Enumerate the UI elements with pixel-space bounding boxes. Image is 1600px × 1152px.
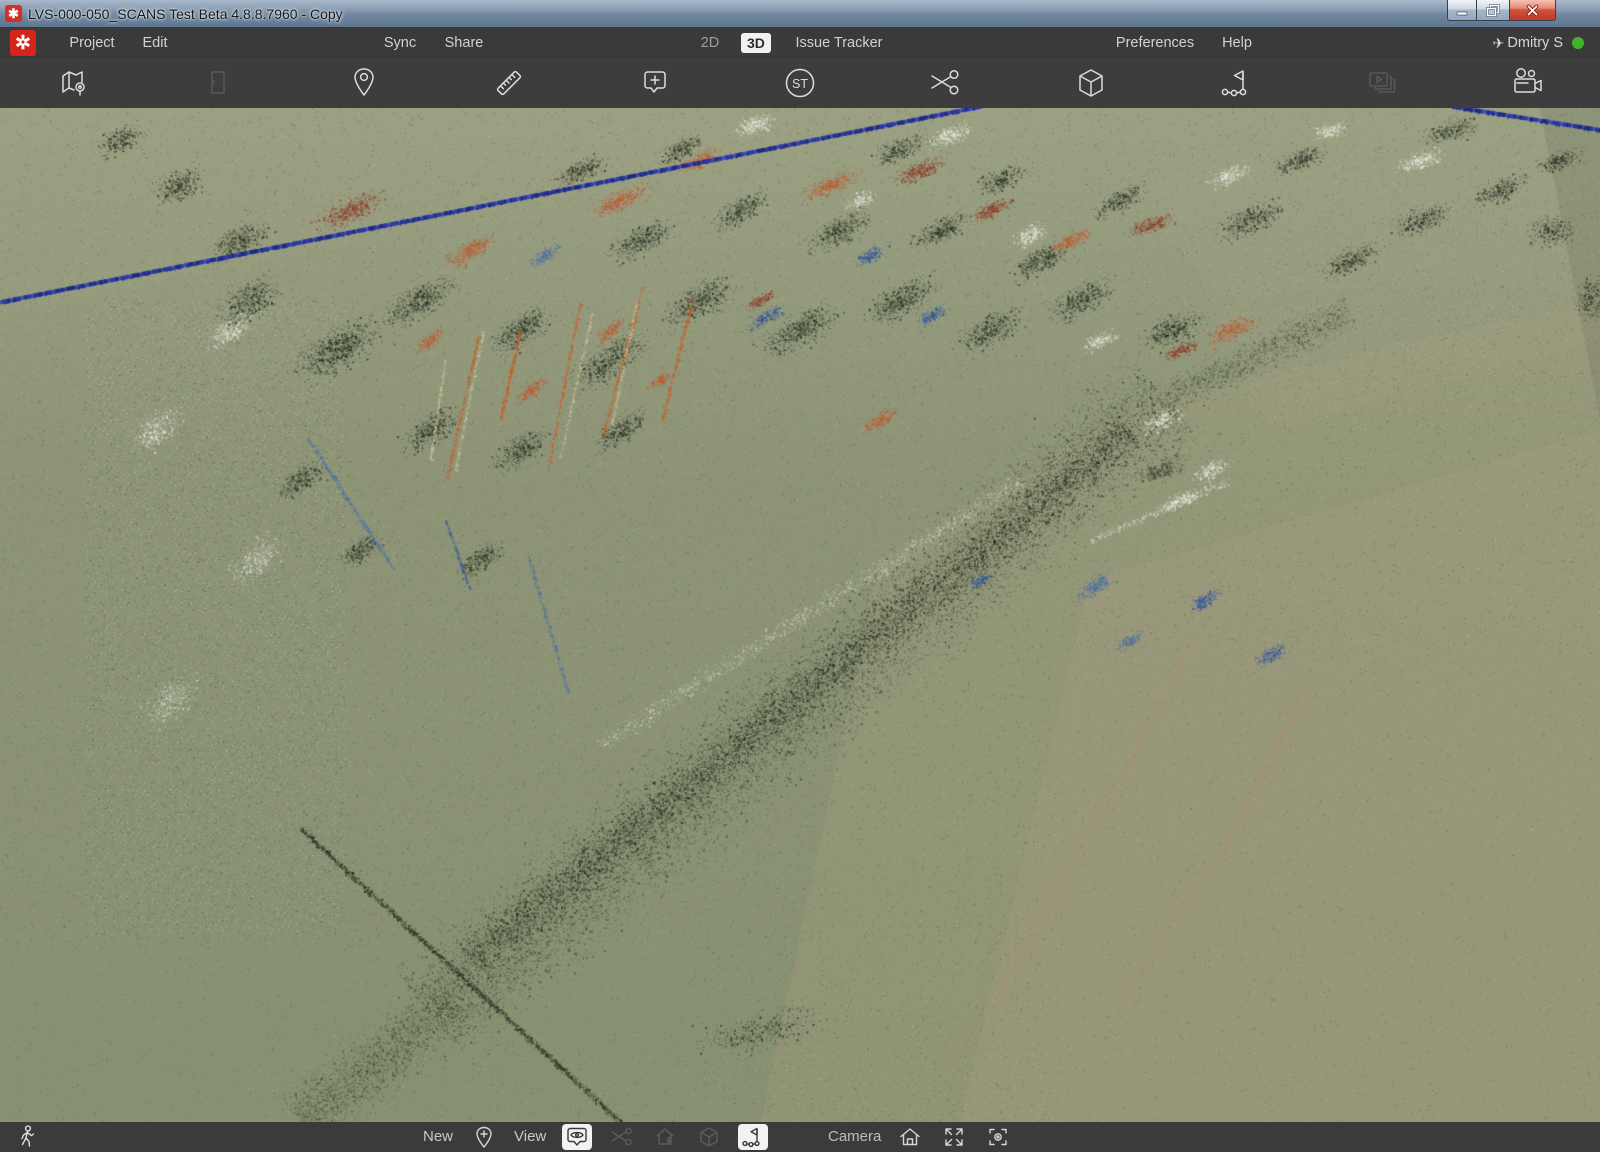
user-name: Dmitry S	[1507, 35, 1563, 51]
location-pin-icon[interactable]	[344, 63, 384, 103]
main-toolbar: ST	[0, 58, 1600, 108]
clip-box-icon[interactable]	[1071, 63, 1111, 103]
bottom-toolbar: New View	[0, 1122, 1600, 1152]
close-button[interactable]	[1509, 0, 1556, 21]
clip-scissors-button	[606, 1124, 636, 1150]
restore-button[interactable]	[1477, 0, 1509, 21]
window-controls	[1447, 0, 1556, 22]
clip-scissors-icon[interactable]	[925, 63, 965, 103]
home-person-button	[650, 1124, 680, 1150]
view-mode-3d-active[interactable]: 3D	[741, 33, 771, 53]
camera-recording-icon[interactable]	[1507, 63, 1547, 103]
add-annotation-icon[interactable]	[635, 63, 675, 103]
pointcloud-3d-viewport[interactable]	[0, 108, 1600, 1122]
online-status-dot	[1572, 37, 1584, 49]
measure-ruler-icon[interactable]	[489, 63, 529, 103]
fullscreen-expand-icon[interactable]	[939, 1124, 969, 1150]
app-icon: ✱	[5, 5, 22, 22]
pin-add-icon[interactable]	[469, 1124, 499, 1150]
st-badge-icon[interactable]: ST	[780, 63, 820, 103]
window-title: LVS-000-050_SCANS Test Beta 4.8.8.7960 -…	[28, 6, 343, 22]
minimize-button[interactable]	[1447, 0, 1477, 21]
menu-bar: ✲ Project Edit Sync Share 2D 3D Issue Tr…	[0, 28, 1600, 58]
focus-target-icon[interactable]	[983, 1124, 1013, 1150]
slideshow-icon	[1362, 63, 1402, 103]
waypoint-flag-button[interactable]	[738, 1124, 768, 1150]
title-bar[interactable]: ✱ LVS-000-050_SCANS Test Beta 4.8.8.7960…	[0, 0, 1600, 28]
eye-annotation-button[interactable]	[562, 1124, 592, 1150]
camera-home-icon[interactable]	[895, 1124, 925, 1150]
application-window: ✱ LVS-000-050_SCANS Test Beta 4.8.8.7960…	[0, 0, 1600, 1152]
door-icon	[198, 63, 238, 103]
new-label: New	[423, 1122, 453, 1152]
menu-help[interactable]: Help	[1214, 28, 1260, 58]
menu-share[interactable]: Share	[438, 28, 490, 58]
st-badge-label: ST	[792, 77, 808, 91]
menu-edit[interactable]: Edit	[130, 28, 180, 58]
menu-issue-tracker[interactable]: Issue Tracker	[793, 28, 885, 58]
airplane-icon: ✈	[1493, 35, 1505, 52]
walking-person-icon[interactable]	[14, 1124, 40, 1152]
map-location-icon[interactable]	[53, 63, 93, 103]
waypoint-path-icon[interactable]	[1216, 63, 1256, 103]
menu-preferences[interactable]: Preferences	[1110, 28, 1200, 58]
camera-label: Camera	[828, 1122, 881, 1152]
view-mode-2d[interactable]: 2D	[692, 28, 728, 58]
user-menu[interactable]: ✈ Dmitry S	[1493, 28, 1584, 58]
menu-project[interactable]: Project	[62, 28, 122, 58]
brand-logo-icon[interactable]: ✲	[10, 30, 36, 56]
menu-sync[interactable]: Sync	[375, 28, 425, 58]
pointcloud-canvas[interactable]	[0, 108, 1600, 1122]
clip-box-button	[694, 1124, 724, 1150]
view-label: View	[514, 1122, 546, 1152]
